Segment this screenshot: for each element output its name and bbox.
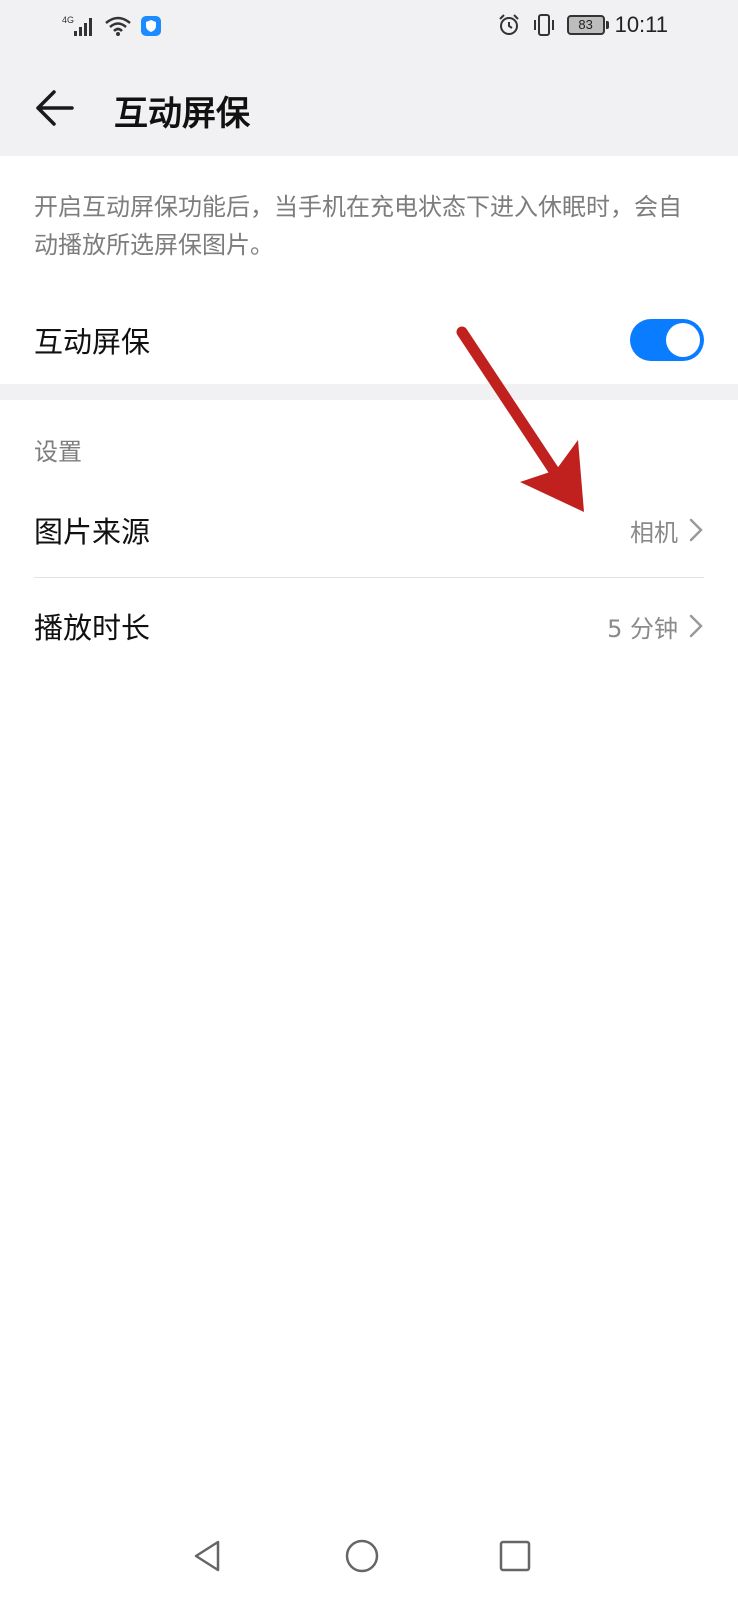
network-type-label: 4G	[62, 15, 74, 25]
status-bar: 4G 83 10:11	[0, 0, 738, 56]
nav-recents-icon[interactable]	[498, 1538, 532, 1574]
feature-description: 开启互动屏保功能后，当手机在充电状态下进入休眠时，会自动播放所选屏保图片。	[34, 193, 682, 259]
back-arrow-icon	[36, 90, 74, 126]
interactive-screensaver-switch[interactable]	[630, 319, 704, 361]
signal-4g-icon: 4G	[62, 15, 92, 36]
interactive-screensaver-label: 互动屏保	[34, 325, 151, 359]
switch-knob	[666, 323, 700, 357]
image-source-label: 图片来源	[34, 515, 151, 549]
security-shield-icon	[141, 16, 161, 36]
chevron-right-icon	[689, 518, 703, 542]
wifi-icon	[105, 16, 131, 36]
battery-indicator: 83	[566, 15, 609, 35]
row-separator	[34, 577, 704, 578]
status-time: 10:11	[614, 12, 668, 37]
nav-back-icon[interactable]	[190, 1538, 224, 1574]
play-duration-value: 5 分钟	[607, 614, 678, 643]
alarm-icon	[498, 14, 519, 35]
image-source-row[interactable]: 图片来源 相机	[34, 506, 704, 554]
interactive-screensaver-row[interactable]: 互动屏保	[34, 316, 704, 364]
navigation-bar	[0, 1528, 738, 1600]
play-duration-value-group: 5 分钟	[607, 609, 704, 644]
settings-section-header: 设置	[34, 438, 82, 466]
status-left: 4G	[62, 14, 162, 38]
image-source-value: 相机	[630, 518, 678, 547]
nav-home-icon[interactable]	[344, 1538, 380, 1574]
play-duration-label: 播放时长	[34, 611, 151, 645]
app-bar: 互动屏保	[0, 56, 738, 156]
vibrate-icon	[533, 14, 554, 36]
status-right: 83 10:11	[497, 12, 668, 38]
page-title: 互动屏保	[114, 94, 250, 134]
play-duration-row[interactable]: 播放时长 5 分钟	[34, 602, 704, 650]
chevron-right-icon	[689, 614, 703, 638]
back-button[interactable]	[28, 80, 84, 136]
image-source-value-group: 相机	[630, 513, 704, 548]
section-divider	[0, 384, 738, 400]
